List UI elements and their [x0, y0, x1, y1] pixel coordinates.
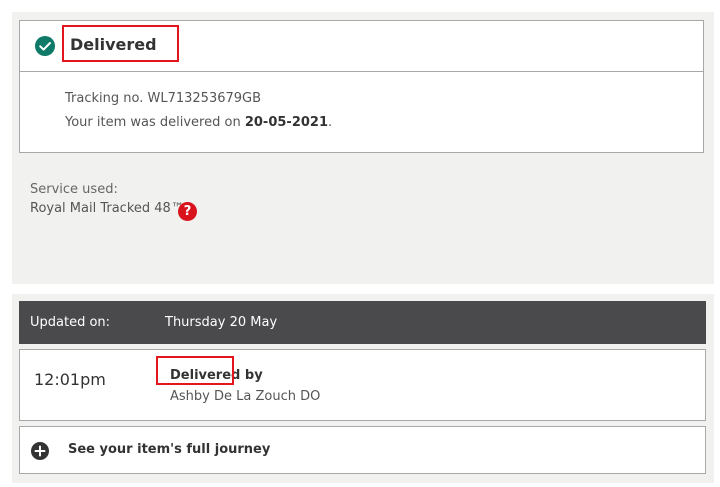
delivered-suffix: .: [328, 115, 333, 130]
event-location: Ashby De La Zouch DO: [170, 389, 321, 404]
check-circle-icon: [35, 36, 55, 56]
delivered-date: 20-05-2021: [244, 115, 328, 130]
service-name: Royal Mail Tracked 48™: [30, 201, 184, 216]
event-status-suffix: by: [240, 368, 263, 383]
event-status-highlight-box: [156, 356, 234, 385]
help-icon[interactable]: ?: [178, 202, 197, 221]
updated-bar: Updated on: Thursday 20 May: [19, 301, 706, 344]
tracking-event-row: 12:01pm Delivered by Ashby De La Zouch D…: [19, 349, 706, 421]
tracking-number-line: Tracking no. WL713253679GB: [65, 91, 261, 106]
updated-date: Thursday 20 May: [165, 315, 278, 330]
delivered-prefix: Your item was delivered on: [65, 115, 241, 130]
status-highlight-box: [62, 25, 179, 62]
tracking-label: Tracking no.: [65, 91, 144, 106]
event-time: 12:01pm: [34, 370, 106, 389]
plus-circle-icon: [31, 442, 49, 460]
delivered-on-line: Your item was delivered on 20-05-2021.: [65, 115, 332, 130]
full-journey-button[interactable]: See your item's full journey: [19, 426, 706, 474]
service-label: Service used:: [30, 182, 118, 197]
tracking-number: WL713253679GB: [147, 91, 262, 106]
updated-label: Updated on:: [30, 315, 111, 330]
full-journey-label: See your item's full journey: [68, 442, 271, 457]
